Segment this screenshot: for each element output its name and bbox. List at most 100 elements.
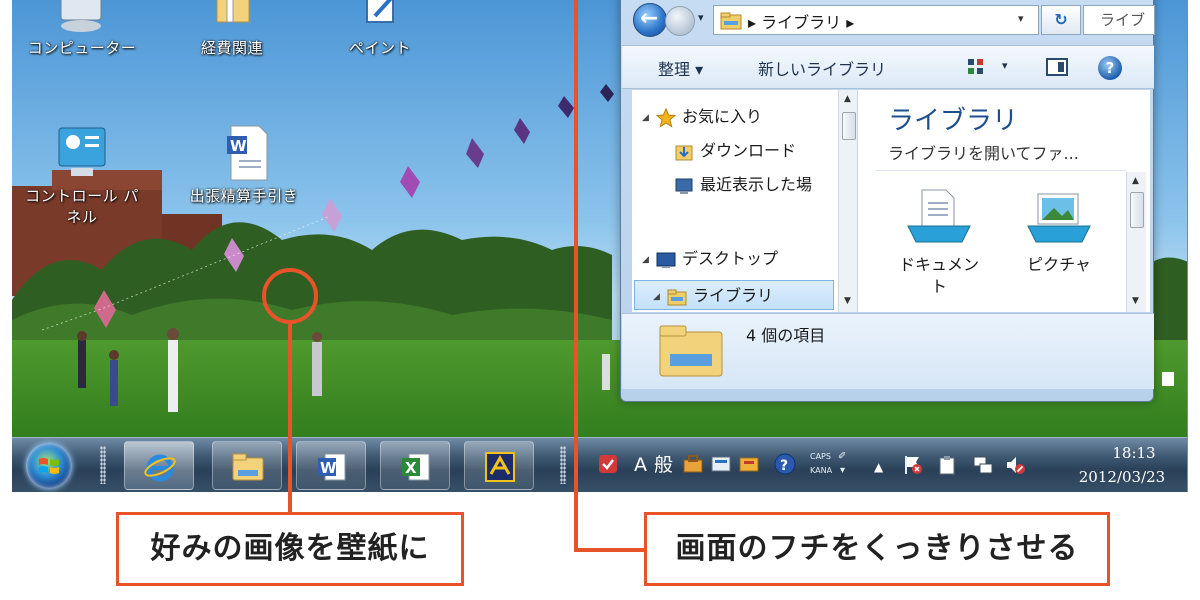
library-folder-icon [659,325,723,377]
toolbox-icon[interactable] [682,454,704,474]
network-icon[interactable] [972,454,994,476]
library-title: ライブラリ [888,106,1019,136]
nav-label-recent: 最近表示した場 [700,175,813,194]
checkmark-icon[interactable] [598,454,618,474]
kana-indicator: KANA [810,466,833,475]
folder-icon [197,0,267,38]
documents-library-icon [902,186,976,246]
right-callout-line-vertical [574,0,578,552]
taskbar-grip[interactable] [560,446,566,484]
nav-scroll-thumb[interactable] [842,112,856,140]
taskbar-word[interactable]: W [296,441,366,490]
desktop-icon [656,250,678,270]
address-dropdown-icon[interactable]: ▾ [1018,12,1024,25]
action-center-flag-icon[interactable] [902,454,924,476]
app-icon [485,452,515,482]
details-pane: 4 個の項目 [622,313,1154,389]
command-bar: 整理 ▾ 新しいライブラリ ▾ ? [622,45,1154,89]
refresh-button[interactable]: ↻ [1041,5,1081,35]
dictionary-icon[interactable] [738,454,760,474]
taskbar-excel[interactable]: X [380,441,450,490]
organize-button[interactable]: 整理 ▾ [658,56,703,80]
right-callout-line-horizontal [574,548,646,552]
documents-label-line2: ト [930,277,947,296]
clock-date[interactable]: 2012/03/23 [1062,468,1182,486]
library-description: ライブラリを開いてファ... [888,144,1079,163]
caption-window-border: 画面のフチをくっきりさせる [644,512,1110,586]
item-count: 4 個の項目 [746,326,826,345]
control-panel-label-line1: コントロール パ [25,187,139,205]
collapse-arrow-icon[interactable]: ◢ [642,103,656,133]
library-tile-documents[interactable]: ドキュメント [884,186,994,298]
taskbar-grip[interactable] [100,446,106,484]
taskbar-explorer[interactable] [212,441,282,490]
word-icon: W [318,453,346,481]
clipboard-icon[interactable] [936,454,958,476]
back-button[interactable] [633,3,667,37]
scroll-down-icon[interactable]: ▼ [844,296,851,306]
control-panel-label-line2: ネル [66,208,98,226]
desktop-icon-travel-guide[interactable]: W 出張精算手引き [184,124,304,207]
ime-mode-indicator[interactable]: A [634,454,647,476]
nav-item-desktop[interactable]: ◢ デスクトップ [642,244,778,274]
ime-options-icon[interactable]: ✐ [838,452,846,462]
recent-places-icon [674,176,696,196]
search-input[interactable]: ライブ [1083,5,1155,35]
word-document-icon: W [209,124,279,186]
ime-kanji-indicator[interactable]: 般 [654,454,673,476]
views-dropdown-icon[interactable]: ▾ [1002,59,1008,72]
taskbar-internet-explorer[interactable] [124,441,194,490]
nav-label-library: ライブラリ [693,286,774,305]
help-icon[interactable]: ? [1098,56,1122,80]
scroll-up-icon[interactable]: ▲ [844,94,851,104]
preview-pane-icon[interactable] [1046,58,1068,76]
library-folder-icon [720,12,742,30]
desktop[interactable]: コンピューター 経費関連 ペイント コントロール パネル W 出張精算手引き ←… [12,0,1188,492]
navigation-pane[interactable]: ◢ お気に入り ダウンロード 最近表示した場 ◢ デスクトップ ◢ ライブラリ ▲ [632,90,858,312]
paint-icon [345,0,415,38]
clock-time[interactable]: 18:13 [1086,444,1182,462]
desktop-icon-paint[interactable]: ペイント [320,0,440,59]
start-button[interactable] [26,443,72,489]
help-icon[interactable]: ? [774,453,796,475]
desktop-icon-expenses-folder[interactable]: 経費関連 [172,0,292,59]
caps-indicator: CAPS [810,452,831,461]
views-icon[interactable] [966,57,986,77]
scroll-down-icon[interactable]: ▼ [1132,296,1139,306]
pictures-library-icon [1022,186,1096,246]
show-hidden-icons-button[interactable]: ▲ [874,456,883,478]
address-bar[interactable]: ▸ ライブラリ ▸ ▾ [713,5,1039,35]
content-scrollbar[interactable]: ▲ ▼ [1126,172,1146,312]
collapse-arrow-icon[interactable]: ◢ [653,282,667,312]
content-scroll-thumb[interactable] [1130,192,1144,228]
address-path: ▸ ライブラリ ▸ [748,13,855,32]
nav-item-recent[interactable]: 最近表示した場 [674,170,812,200]
taskbar[interactable]: W X A 般 ? CAPS KANA ✐ ▾ ▲ 18:13 2012/03/… [12,437,1187,492]
taskbar-app[interactable] [464,441,534,490]
history-dropdown-icon[interactable]: ▾ [698,11,704,24]
nav-item-library[interactable]: ◢ ライブラリ [634,280,834,310]
nav-label-desktop: デスクトップ [682,249,779,268]
nav-label-favorites: お気に入り [682,107,763,126]
ime-dropdown-icon[interactable]: ▾ [840,466,845,476]
content-pane[interactable]: ライブラリ ライブラリを開いてファ... ドキュメント ピクチャ ▲ ▼ [858,90,1150,312]
nav-item-downloads[interactable]: ダウンロード [674,136,796,166]
new-library-button[interactable]: 新しいライブラリ [758,56,886,80]
downloads-folder-icon [674,142,696,162]
desktop-icon-computer[interactable]: コンピューター [22,0,142,59]
collapse-arrow-icon[interactable]: ◢ [642,245,656,275]
forward-button[interactable] [665,6,695,36]
desktop-icon-control-panel[interactable]: コントロール パネル [22,124,142,228]
documents-label-line1: ドキュメン [898,255,979,274]
svg-text:W: W [320,459,337,477]
scroll-up-icon[interactable]: ▲ [1132,176,1139,186]
explorer-window[interactable]: ▾ ▸ ライブラリ ▸ ▾ ↻ ライブ 整理 ▾ 新しいライブラリ ▾ ? [620,0,1155,402]
explorer-folder-icon [232,453,264,481]
ime-pad-icon[interactable] [710,454,732,474]
nav-scrollbar[interactable]: ▲ ▼ [838,90,857,312]
volume-muted-icon[interactable] [1004,454,1026,476]
system-tray: A 般 ? CAPS KANA ✐ ▾ ▲ 18:13 2012/03/23 [592,438,1187,492]
library-tile-pictures[interactable]: ピクチャ [1004,186,1114,276]
nav-item-favorites[interactable]: ◢ お気に入り [642,102,762,132]
left-callout-line [288,324,292,514]
